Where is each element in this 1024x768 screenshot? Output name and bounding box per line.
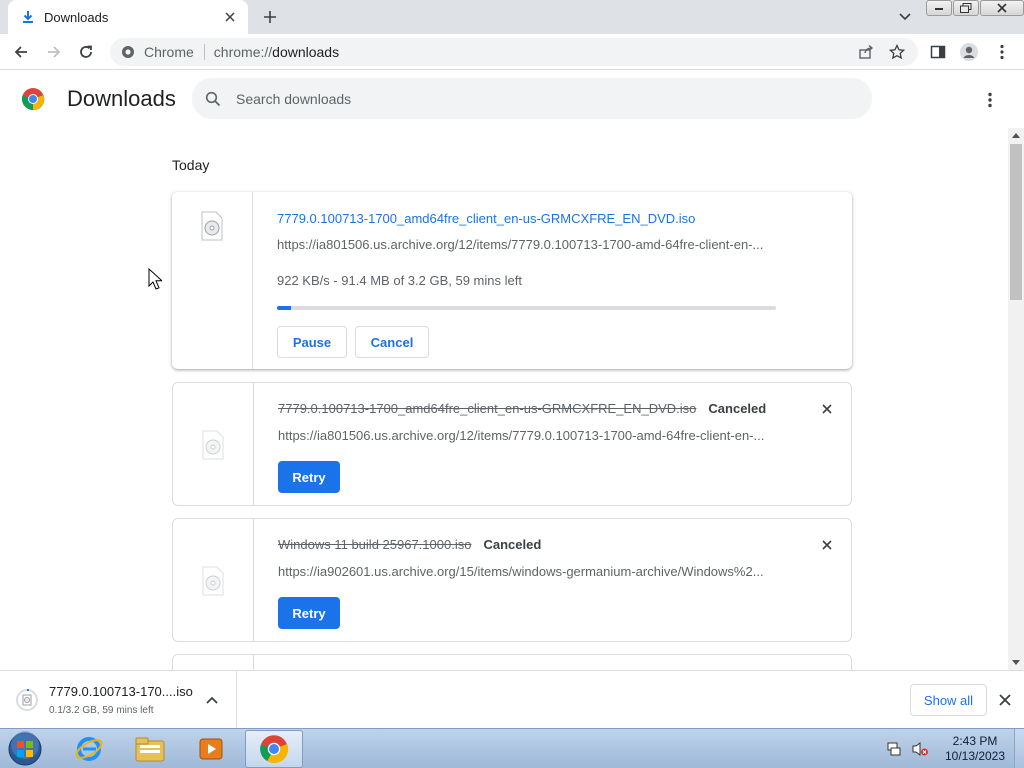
show-desktop-button[interactable] bbox=[1014, 729, 1024, 768]
date-group-label: Today bbox=[172, 157, 210, 173]
minimize-button[interactable] bbox=[926, 0, 952, 16]
close-shelf-icon[interactable] bbox=[995, 690, 1015, 710]
shelf-download-item[interactable]: 7779.0.100713-170....iso 0.1/3.2 GB, 59 … bbox=[0, 671, 237, 729]
file-icon-column bbox=[173, 519, 254, 641]
file-icon bbox=[201, 211, 223, 241]
restore-button[interactable] bbox=[953, 0, 979, 16]
clock-date: 10/13/2023 bbox=[944, 749, 1006, 763]
tab-search-chevron-icon[interactable] bbox=[894, 6, 916, 28]
chevron-up-icon[interactable] bbox=[203, 691, 221, 709]
internet-explorer-icon[interactable] bbox=[60, 730, 118, 768]
bookmark-star-icon[interactable] bbox=[888, 43, 906, 61]
file-icon-column bbox=[173, 383, 254, 505]
reload-button[interactable] bbox=[74, 40, 98, 64]
share-icon[interactable] bbox=[857, 43, 875, 61]
profile-avatar-icon[interactable] bbox=[957, 40, 981, 64]
download-source-url[interactable]: https://ia902601.us.archive.org/15/items… bbox=[278, 564, 773, 579]
chrome-site-icon bbox=[120, 44, 136, 60]
new-tab-button[interactable] bbox=[258, 6, 282, 28]
window-controls bbox=[926, 0, 1024, 18]
tab-downloads[interactable]: Downloads bbox=[8, 0, 248, 34]
tab-close-icon[interactable] bbox=[220, 7, 240, 27]
shelf-item-status: 0.1/3.2 GB, 59 mins left bbox=[49, 705, 154, 716]
search-icon bbox=[204, 90, 222, 108]
download-progress-text: 922 KB/s - 91.4 MB of 3.2 GB, 59 mins le… bbox=[277, 273, 522, 288]
retry-button[interactable]: Retry bbox=[278, 597, 340, 629]
side-panel-icon[interactable] bbox=[926, 40, 950, 64]
chrome-logo-icon bbox=[21, 88, 45, 111]
network-icon[interactable] bbox=[884, 739, 904, 759]
file-icon bbox=[202, 430, 224, 460]
download-item: 7779.0.100713-1700_amd64fre_client_en-us… bbox=[172, 192, 852, 369]
windows-taskbar: 2:43 PM 10/13/2023 bbox=[0, 728, 1024, 768]
page-title: Downloads bbox=[67, 86, 176, 111]
download-source-url[interactable]: https://ia801506.us.archive.org/12/items… bbox=[277, 237, 772, 252]
forward-button[interactable] bbox=[42, 40, 66, 64]
download-item: 7779.0.100713-1700_amd64fre_client_en-us… bbox=[172, 382, 852, 506]
scroll-up-arrow-icon[interactable] bbox=[1008, 128, 1024, 142]
google-chrome-icon[interactable] bbox=[245, 730, 303, 768]
clock-time: 2:43 PM bbox=[952, 734, 998, 748]
download-status: Canceled bbox=[708, 401, 767, 416]
shelf-file-icon bbox=[16, 688, 38, 711]
mouse-cursor-icon bbox=[148, 268, 162, 290]
show-all-button[interactable]: Show all bbox=[910, 684, 987, 716]
omnibox-divider bbox=[203, 44, 205, 60]
shelf-item-name: 7779.0.100713-170....iso bbox=[49, 684, 193, 699]
address-bar[interactable]: Chrome chrome://downloads bbox=[110, 38, 918, 66]
download-item: Windows 11 build 25967.1000.iso Canceled … bbox=[172, 518, 852, 642]
download-status: Canceled bbox=[483, 537, 542, 552]
scroll-thumb[interactable] bbox=[1010, 144, 1022, 300]
download-progress-fill bbox=[277, 306, 291, 310]
close-window-button[interactable] bbox=[980, 0, 1024, 16]
download-shelf: 7779.0.100713-170....iso 0.1/3.2 GB, 59 … bbox=[0, 670, 1024, 729]
download-progress-bar bbox=[277, 306, 776, 310]
download-source-url[interactable]: https://ia801506.us.archive.org/12/items… bbox=[278, 428, 773, 443]
download-filename-row: Windows 11 build 25967.1000.iso Canceled bbox=[278, 537, 541, 552]
remove-download-icon[interactable] bbox=[817, 535, 837, 555]
windows-explorer-icon[interactable] bbox=[121, 730, 179, 768]
title-bar: Downloads bbox=[0, 0, 1024, 34]
download-item-partial bbox=[172, 654, 852, 670]
file-icon-column bbox=[173, 655, 254, 670]
file-icon bbox=[202, 566, 224, 596]
downloads-header: Downloads bbox=[0, 70, 1024, 128]
browser-menu-icon[interactable] bbox=[990, 40, 1014, 64]
download-filename-row: 7779.0.100713-1700_amd64fre_client_en-us… bbox=[278, 401, 766, 416]
cancel-button[interactable]: Cancel bbox=[355, 326, 429, 358]
scroll-down-arrow-icon[interactable] bbox=[1008, 656, 1024, 670]
downloads-menu-icon[interactable] bbox=[978, 88, 1002, 112]
download-filename: Windows 11 build 25967.1000.iso bbox=[278, 537, 472, 552]
url-host: downloads bbox=[272, 44, 340, 60]
system-clock[interactable]: 2:43 PM 10/13/2023 bbox=[940, 734, 1010, 764]
system-tray bbox=[884, 729, 936, 768]
download-icon bbox=[20, 9, 36, 25]
file-icon-column bbox=[172, 192, 253, 369]
volume-muted-icon[interactable] bbox=[910, 739, 930, 759]
tab-title: Downloads bbox=[44, 9, 109, 25]
site-name-chip: Chrome bbox=[144, 44, 194, 60]
download-filename-link[interactable]: 7779.0.100713-1700_amd64fre_client_en-us… bbox=[277, 211, 695, 226]
page-scrollbar[interactable] bbox=[1008, 128, 1024, 670]
downloads-list: Today 7779.0.100713-1700_amd64fre_client… bbox=[0, 128, 1008, 670]
download-filename: 7779.0.100713-1700_amd64fre_client_en-us… bbox=[278, 401, 697, 416]
retry-button[interactable]: Retry bbox=[278, 461, 340, 493]
media-player-icon[interactable] bbox=[182, 730, 240, 768]
remove-download-icon[interactable] bbox=[817, 399, 837, 419]
url-scheme: chrome:// bbox=[213, 44, 273, 60]
pause-button[interactable]: Pause bbox=[277, 326, 347, 358]
browser-toolbar: Chrome chrome://downloads bbox=[0, 34, 1024, 70]
back-button[interactable] bbox=[9, 40, 33, 64]
search-input[interactable] bbox=[236, 90, 836, 107]
search-downloads-box[interactable] bbox=[192, 78, 872, 119]
start-button[interactable] bbox=[4, 730, 46, 768]
